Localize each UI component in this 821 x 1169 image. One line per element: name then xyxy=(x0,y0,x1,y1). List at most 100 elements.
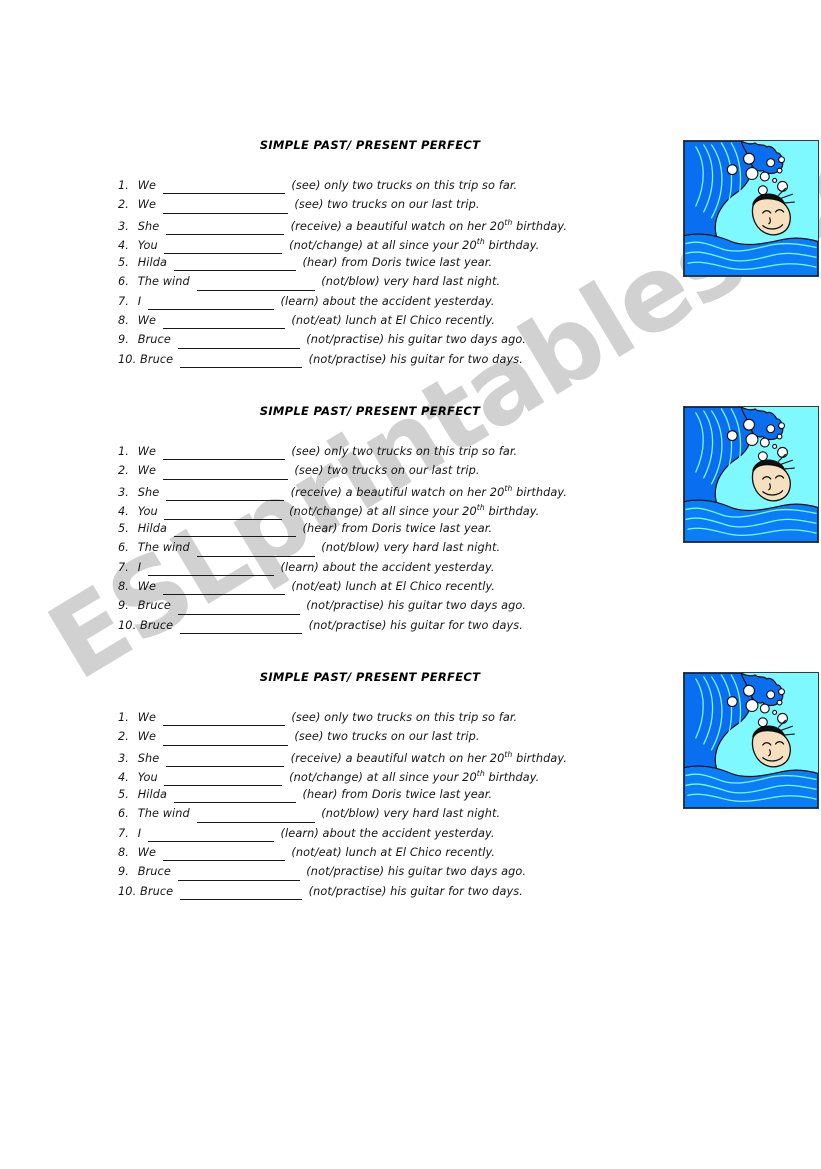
question-line: 1. We (see) only two trucks on this trip… xyxy=(118,440,678,461)
question-text: (not/eat) lunch at El Chico recently. xyxy=(287,580,496,594)
answer-blank[interactable] xyxy=(162,706,285,727)
question-text: (see) two trucks on our last trip. xyxy=(290,464,480,478)
question-text: (hear) from Doris twice last year. xyxy=(298,256,493,270)
answer-blank[interactable] xyxy=(179,348,302,368)
question-text: (not/eat) lunch at El Chico recently. xyxy=(287,314,496,328)
question-text: (see) only two trucks on this trip so fa… xyxy=(287,711,518,724)
question-line: 8. We (not/eat) lunch at El Chico recent… xyxy=(118,309,678,330)
question-line: 7. I (learn) about the accident yesterda… xyxy=(118,556,678,577)
question-text: (see) two trucks on our last trip. xyxy=(290,730,480,744)
question-line: 3. She (receive) a beautiful watch on he… xyxy=(118,213,678,235)
question-text: (see) only two trucks on this trip so fa… xyxy=(287,445,518,458)
question-line: 9. Bruce (not/practise) his guitar two d… xyxy=(118,328,678,349)
question-text-tail: birthday. xyxy=(512,485,568,499)
question-line: 3. She (receive) a beautiful watch on he… xyxy=(118,745,678,767)
question-number: 10. xyxy=(118,352,137,366)
worksheet-page: ESLprintables.com SIMPLE PAST/ PRESENT P… xyxy=(0,0,821,1169)
question-subject: You xyxy=(134,770,162,784)
answer-blank[interactable] xyxy=(177,860,300,881)
question-line: 3. She (receive) a beautiful watch on he… xyxy=(118,479,678,501)
question-text: (not/change) at all since your 20 xyxy=(285,770,477,784)
block-title: SIMPLE PAST/ PRESENT PERFECT xyxy=(259,670,481,684)
question-text: (not/practise) his guitar two days ago. xyxy=(302,599,527,613)
answer-blank[interactable] xyxy=(147,822,274,843)
answer-blank[interactable] xyxy=(177,594,300,615)
answer-blank[interactable] xyxy=(147,290,274,311)
question-text: (not/practise) his guitar two days ago. xyxy=(302,333,527,347)
question-text: (not/practise) his guitar for two days. xyxy=(304,352,523,366)
question-text: (not/eat) lunch at El Chico recently. xyxy=(287,846,496,860)
answer-blank[interactable] xyxy=(162,193,288,214)
question-subject: Bruce xyxy=(136,884,177,898)
question-text-tail: birthday. xyxy=(484,238,540,252)
question-number: 9. xyxy=(118,599,129,613)
answer-blank[interactable] xyxy=(196,802,315,823)
answer-blank[interactable] xyxy=(162,575,285,596)
answer-blank[interactable] xyxy=(177,328,300,349)
question-text: (receive) a beautiful watch on her 20 xyxy=(286,485,505,499)
question-subject: You xyxy=(134,504,162,518)
wave-swimmer-illustration xyxy=(683,672,819,809)
answer-blank[interactable] xyxy=(162,174,285,195)
question-line: 4. You (not/change) at all since your 20… xyxy=(118,232,678,255)
answer-blank[interactable] xyxy=(162,440,285,461)
question-text: (see) only two trucks on this trip so fa… xyxy=(287,179,518,192)
wave-svg xyxy=(684,141,818,276)
question-line: 4. You (not/change) at all since your 20… xyxy=(118,764,678,787)
block-title: SIMPLE PAST/ PRESENT PERFECT xyxy=(259,404,481,418)
question-text-tail: birthday. xyxy=(484,504,540,518)
question-text-tail: birthday. xyxy=(484,770,540,784)
question-line: 2. We (see) two trucks on our last trip. xyxy=(118,459,678,480)
question-line: 10. Bruce (not/practise) his guitar for … xyxy=(118,880,678,900)
question-subject: She xyxy=(134,219,163,233)
answer-blank[interactable] xyxy=(162,309,285,330)
question-line: 6. The wind (not/blow) very hard last ni… xyxy=(118,802,678,823)
answer-blank[interactable] xyxy=(173,517,296,538)
answer-blank[interactable] xyxy=(173,251,296,272)
ordinal-suffix: th xyxy=(476,236,485,246)
question-list: 1. We (see) only two trucks on this trip… xyxy=(118,174,678,368)
answer-blank[interactable] xyxy=(147,556,274,577)
question-text: (not/blow) very hard last night. xyxy=(317,541,501,555)
answer-blank[interactable] xyxy=(196,270,315,291)
question-text: (receive) a beautiful watch on her 20 xyxy=(286,219,505,233)
question-subject: Bruce xyxy=(136,352,177,366)
question-subject: We xyxy=(134,464,160,478)
question-subject: I xyxy=(134,826,145,840)
answer-blank[interactable] xyxy=(196,536,315,557)
question-number: 2. xyxy=(118,730,129,744)
question-subject: We xyxy=(134,711,160,724)
question-subject: We xyxy=(134,198,160,212)
question-line: 6. The wind (not/blow) very hard last ni… xyxy=(118,270,678,291)
question-text: (receive) a beautiful watch on her 20 xyxy=(286,751,505,765)
question-line: 2. We (see) two trucks on our last trip. xyxy=(118,725,678,746)
question-text: (not/blow) very hard last night. xyxy=(317,807,501,821)
question-subject: Hilda xyxy=(134,522,171,536)
question-subject: Hilda xyxy=(134,788,171,802)
question-text-tail: birthday. xyxy=(512,751,568,765)
wave-swimmer-illustration xyxy=(683,140,819,277)
question-line: 4. You (not/change) at all since your 20… xyxy=(118,498,678,521)
question-line: 8. We (not/eat) lunch at El Chico recent… xyxy=(118,575,678,596)
answer-blank[interactable] xyxy=(162,725,288,746)
question-subject: I xyxy=(134,294,145,308)
answer-blank[interactable] xyxy=(162,459,288,480)
question-text: (hear) from Doris twice last year. xyxy=(298,522,493,536)
question-subject: We xyxy=(134,580,160,594)
wave-svg xyxy=(684,407,818,542)
answer-blank[interactable] xyxy=(179,880,302,900)
answer-blank[interactable] xyxy=(179,614,302,634)
question-line: 10. Bruce (not/practise) his guitar for … xyxy=(118,614,678,634)
question-line: 5. Hilda (hear) from Doris twice last ye… xyxy=(118,783,678,804)
question-subject: Bruce xyxy=(136,618,177,632)
answer-blank[interactable] xyxy=(162,841,285,862)
question-subject: You xyxy=(134,238,162,252)
question-subject: We xyxy=(134,846,160,860)
question-number: 2. xyxy=(118,464,129,478)
question-subject: Bruce xyxy=(134,599,175,613)
answer-blank[interactable] xyxy=(173,783,296,804)
question-subject: The wind xyxy=(134,807,194,821)
ordinal-suffix: th xyxy=(476,502,485,512)
ordinal-suffix: th xyxy=(476,768,485,778)
question-text: (see) two trucks on our last trip. xyxy=(290,198,480,212)
